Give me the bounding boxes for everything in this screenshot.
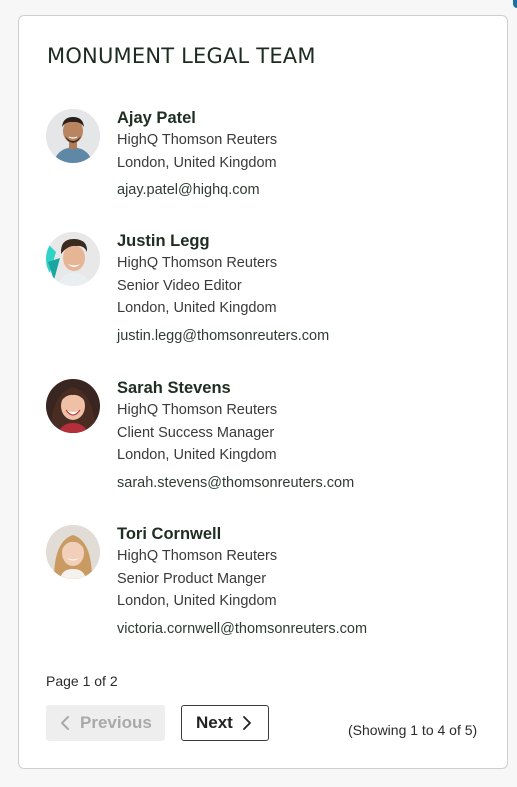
previous-button-label: Previous	[80, 713, 152, 732]
person-role: Senior Video Editor	[117, 277, 242, 294]
person-avatar[interactable]	[46, 232, 100, 286]
chevron-right-icon	[239, 714, 255, 732]
person-email[interactable]: justin.legg@thomsonreuters.com	[117, 325, 497, 347]
team-panel: MONUMENT LEGAL TEAM Ajay Patel HighQ Tho…	[18, 15, 508, 769]
next-button-label: Next	[196, 713, 233, 732]
person-role: Senior Product Manger	[117, 570, 267, 587]
person-avatar[interactable]	[46, 379, 100, 433]
person-company: HighQ Thomson Reuters	[117, 132, 278, 148]
person-avatar[interactable]	[46, 525, 100, 579]
person-email[interactable]: ajay.patel@highq.com	[117, 179, 497, 201]
person-name[interactable]: Tori Cornwell	[117, 523, 497, 545]
person-location: London, United Kingdom	[117, 447, 277, 463]
person-role: Client Success Manager	[117, 424, 275, 441]
person-location: London, United Kingdom	[117, 300, 277, 316]
person-name[interactable]: Justin Legg	[117, 230, 497, 252]
person-location: London, United Kingdom	[117, 593, 277, 609]
person-avatar[interactable]	[46, 109, 100, 163]
person-email[interactable]: sarah.stevens@thomsonreuters.com	[117, 472, 497, 494]
panel-title: MONUMENT LEGAL TEAM	[47, 44, 316, 68]
corner-accent	[513, 0, 517, 8]
page-indicator: Page 1 of 2	[46, 673, 118, 689]
person-company: HighQ Thomson Reuters	[117, 255, 278, 271]
results-count: (Showing 1 to 4 of 5)	[348, 722, 478, 738]
person-email[interactable]: victoria.cornwell@thomsonreuters.com	[117, 618, 497, 640]
previous-button[interactable]: Previous	[46, 705, 165, 741]
person-name[interactable]: Sarah Stevens	[117, 377, 497, 399]
next-button[interactable]: Next	[181, 705, 269, 741]
person-company: HighQ Thomson Reuters	[117, 548, 278, 564]
chevron-left-icon	[58, 714, 74, 732]
person-company: HighQ Thomson Reuters	[117, 402, 278, 418]
person-name[interactable]: Ajay Patel	[117, 107, 497, 129]
person-location: London, United Kingdom	[117, 154, 277, 171]
